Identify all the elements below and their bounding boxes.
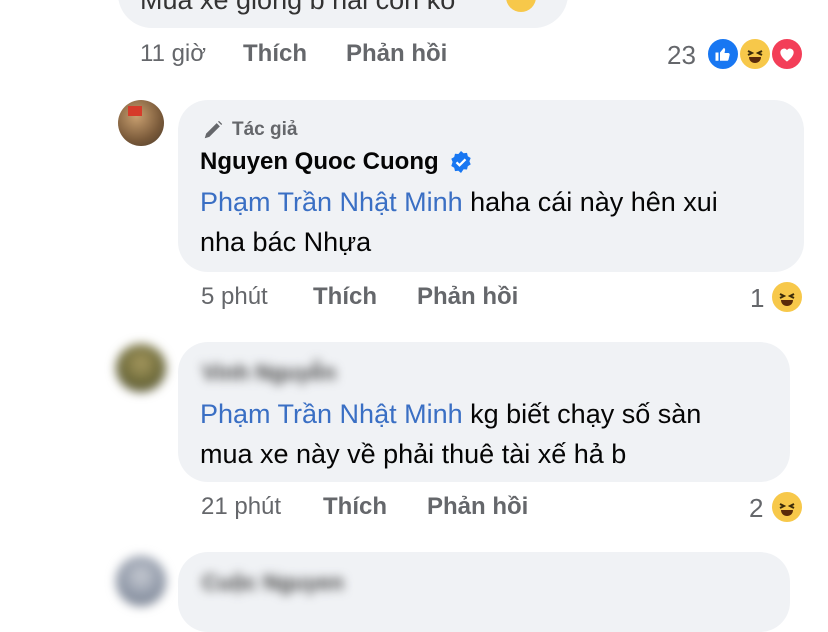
avatar[interactable] <box>116 556 166 606</box>
commenter-name[interactable]: Nguyen Quoc Cuong <box>200 148 439 176</box>
haha-icon[interactable] <box>738 37 772 71</box>
like-link[interactable]: Thích <box>313 283 377 311</box>
comment-text-line2: nha bác Nhựa <box>200 227 372 257</box>
mention-link[interactable]: Phạm Trần Nhật Minh <box>200 399 463 429</box>
comment-bubble-top: Mua xe giống b hài còn kô <box>118 0 568 28</box>
like-link[interactable]: Thích <box>323 493 387 521</box>
comment-text: haha cái này hên xui <box>462 187 718 217</box>
reaction-count[interactable]: 23 <box>667 40 696 71</box>
avatar[interactable] <box>118 100 164 146</box>
reply-link[interactable]: Phản hồi <box>427 493 528 521</box>
comment-meta-author: 5 phút Thích Phản hồi <box>0 283 828 317</box>
reply-link[interactable]: Phản hồi <box>417 283 518 311</box>
verified-badge-icon <box>450 151 471 173</box>
commenter-name[interactable]: Vinh Nguyễn <box>202 360 336 386</box>
love-icon[interactable] <box>770 37 804 71</box>
haha-emoji-icon <box>506 0 536 12</box>
reaction-count[interactable]: 1 <box>750 283 764 314</box>
comment-meta-top: 11 giờ Thích Phản hồi <box>0 40 828 74</box>
comment-bubble-author: Tác giả Nguyen Quoc Cuong Phạm Trần Nhật… <box>178 100 804 272</box>
author-badge: Tác giả <box>202 118 297 142</box>
pencil-icon <box>204 120 223 139</box>
avatar[interactable] <box>116 344 166 392</box>
comment-bubble-reply3: Cuộc Nguyen <box>178 552 790 632</box>
comment-text: Mua xe giống b hài còn kô <box>140 0 456 15</box>
comment-meta-reply2: 21 phút Thích Phản hồi <box>0 493 828 527</box>
comment-text-line1: Phạm Trần Nhật Minh kg biết chạy số sàn <box>200 394 701 434</box>
comment-time[interactable]: 5 phút <box>201 283 268 311</box>
comment-text-line2: mua xe này về phải thuê tài xế hả b <box>200 439 627 469</box>
comment-text-line1: Phạm Trần Nhật Minh haha cái này hên xui <box>200 182 718 222</box>
comment-bubble-reply2: Vinh Nguyễn Phạm Trần Nhật Minh kg biết … <box>178 342 790 482</box>
comment-text: kg biết chạy số sàn <box>462 399 702 429</box>
comment-time[interactable]: 21 phút <box>201 493 281 521</box>
mention-link[interactable]: Phạm Trần Nhật Minh <box>200 187 463 217</box>
author-badge-label: Tác giả <box>232 119 298 140</box>
reply-link[interactable]: Phản hồi <box>346 40 447 68</box>
like-link[interactable]: Thích <box>243 40 307 68</box>
like-icon[interactable] <box>706 37 740 71</box>
reaction-count[interactable]: 2 <box>749 493 763 524</box>
haha-icon[interactable] <box>770 490 804 524</box>
commenter-name[interactable]: Cuộc Nguyen <box>202 570 344 596</box>
haha-icon[interactable] <box>770 280 804 314</box>
comment-time[interactable]: 11 giờ <box>140 40 206 68</box>
